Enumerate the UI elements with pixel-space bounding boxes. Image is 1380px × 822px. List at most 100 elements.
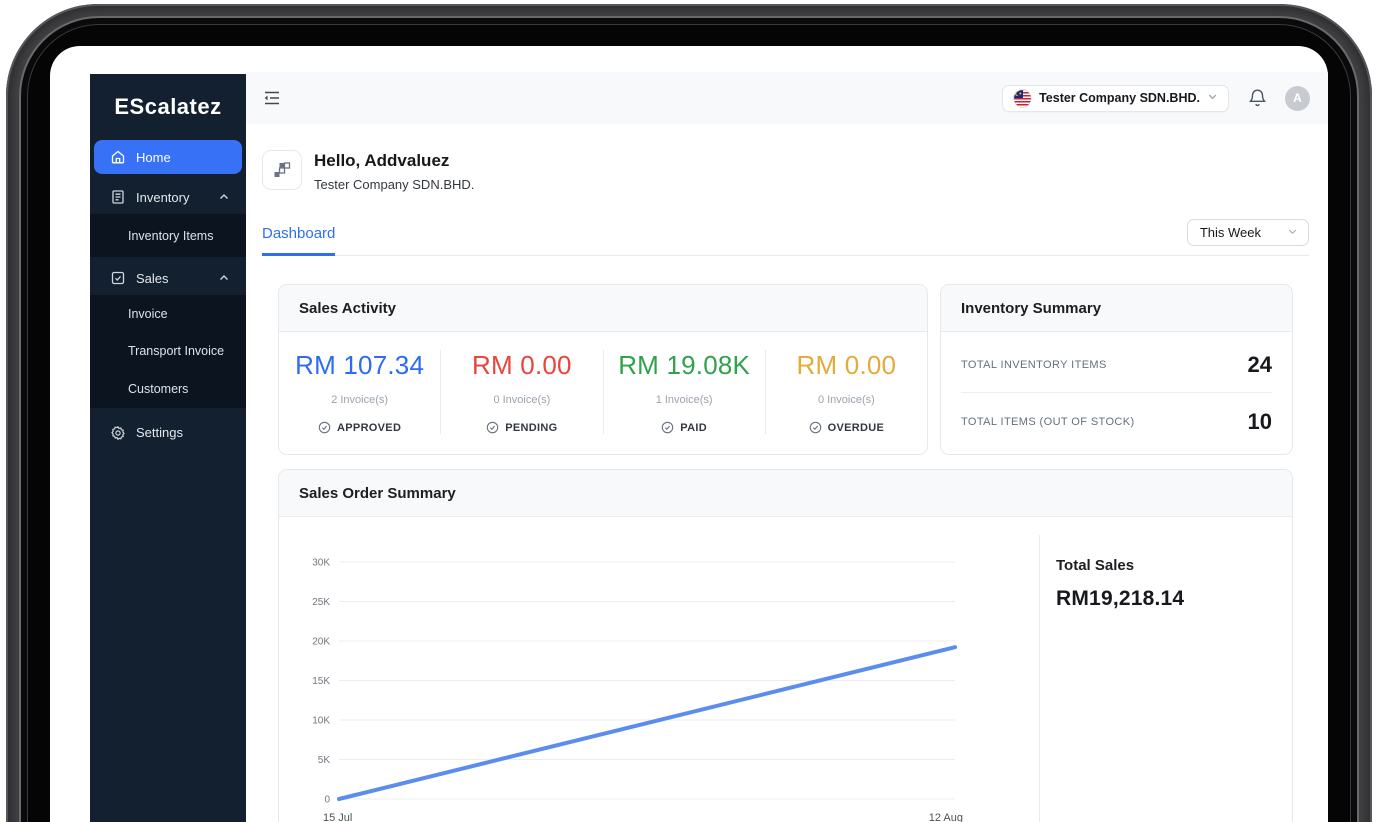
company-selector-label: Tester Company SDN.BHD. [1039,91,1200,105]
period-select[interactable]: This Week [1186,219,1309,246]
inventory-row-total-items: TOTAL INVENTORY ITEMS 24 [961,336,1272,392]
main-content: Hello, Addvaluez Tester Company SDN.BHD.… [246,124,1328,822]
company-name: Tester Company SDN.BHD. [314,177,475,192]
inventory-summary-title: Inventory Summary [941,285,1292,332]
stat-status-label: PAID [680,421,707,434]
menu-fold-icon[interactable] [262,88,282,108]
topbar: Tester Company SDN.BHD. A [246,72,1328,124]
sidebar-subitem-label: Inventory Items [128,228,214,243]
sidebar-subitem-label: Customers [128,381,189,396]
tab-bar: Dashboard This Week [262,219,1309,256]
sales-order-summary-body: 0 5K 10K 15K 20K 25K 30K 15 Jul 12 Aug Total Sal… [279,517,1292,822]
chevron-up-icon [216,270,232,286]
svg-text:0: 0 [324,795,330,806]
sidebar-item-transport-invoice[interactable]: Transport Invoice [90,333,246,371]
inventory-icon [110,189,126,205]
sidebar-item-label: Inventory [136,189,190,205]
stat-invoice-count: 2 Invoice(s) [331,394,389,406]
sidebar-item-inventory[interactable]: Inventory [90,180,246,214]
company-grid-icon [262,150,302,190]
tab-dashboard[interactable]: Dashboard [262,225,336,256]
stat-approved: RM 107.34 2 Invoice(s) APPROVED [279,350,440,434]
check-circle-icon [809,421,822,434]
settings-icon [110,425,126,441]
stat-overdue: RM 0.00 0 Invoice(s) OVERDUE [764,350,927,434]
stat-invoice-count: 1 Invoice(s) [655,394,713,406]
sidebar-item-label: Sales [136,270,169,286]
svg-text:12 Aug: 12 Aug [929,812,963,822]
svg-text:15 Jul: 15 Jul [323,812,352,822]
check-circle-icon [318,421,331,434]
sidebar-subitem-label: Transport Invoice [128,344,225,359]
screenshot-stage: EScalatez Home Inventory Inventory Items… [0,0,1380,822]
total-sales-label: Total Sales [1056,557,1135,574]
sales-chart-area: 0 5K 10K 15K 20K 25K 30K 15 Jul 12 Aug [279,517,1039,822]
svg-text:15K: 15K [312,676,330,687]
stat-invoice-count: 0 Invoice(s) [817,394,875,406]
company-selector[interactable]: Tester Company SDN.BHD. [1002,84,1229,112]
stat-status-label: APPROVED [337,421,402,434]
sidebar: EScalatez Home Inventory Inventory Items… [90,74,246,822]
greeting-header: Hello, Addvaluez Tester Company SDN.BHD. [262,150,1309,192]
inventory-row-label: TOTAL INVENTORY ITEMS [961,359,1107,371]
sidebar-item-label: Home [136,149,171,165]
home-icon [110,149,126,165]
sidebar-item-home[interactable]: Home [94,140,242,174]
sidebar-item-sales[interactable]: Sales [90,261,246,295]
inventory-summary-card: Inventory Summary TOTAL INVENTORY ITEMS … [940,284,1293,455]
inventory-row-label: TOTAL ITEMS (OUT OF STOCK) [961,416,1135,428]
notification-bell-icon[interactable] [1248,88,1267,109]
sidebar-item-customers[interactable]: Customers [90,370,246,408]
inventory-row-value: 24 [1247,352,1272,377]
inventory-submenu: Inventory Items [90,214,246,257]
sales-activity-title: Sales Activity [279,285,927,332]
topbar-actions: Tester Company SDN.BHD. A [1002,84,1310,112]
svg-text:30K: 30K [312,558,330,569]
total-sales-value: RM19,218.14 [1056,587,1185,610]
sidebar-item-inventory-items[interactable]: Inventory Items [90,214,246,257]
tablet-bezel: EScalatez Home Inventory Inventory Items… [19,16,1359,822]
sidebar-subitem-label: Invoice [128,306,168,321]
svg-text:25K: 25K [312,597,330,608]
cards-area: Sales Activity RM 107.34 2 Invoice(s) AP… [262,284,1309,822]
chevron-down-icon [1287,225,1298,240]
svg-text:10K: 10K [312,716,330,727]
stat-status-label: PENDING [505,421,558,434]
stat-amount: RM 19.08K [618,350,751,380]
svg-text:20K: 20K [312,637,330,648]
inventory-row-value: 10 [1247,409,1272,434]
user-avatar[interactable]: A [1285,85,1310,111]
sales-chart: 0 5K 10K 15K 20K 25K 30K 15 Jul 12 Aug [312,558,963,822]
inventory-summary-body: TOTAL INVENTORY ITEMS 24 TOTAL ITEMS (OU… [941,332,1292,449]
app-logo: EScalatez [114,94,222,119]
svg-text:5K: 5K [318,755,331,766]
stat-paid: RM 19.08K 1 Invoice(s) PAID [602,350,765,434]
stat-invoice-count: 0 Invoice(s) [493,394,551,406]
page-title: Hello, Addvaluez [314,151,450,170]
tablet-device-frame: EScalatez Home Inventory Inventory Items… [6,4,1372,822]
malaysia-flag-icon [1013,89,1032,108]
stat-status-label: OVERDUE [827,421,885,434]
total-sales-panel: Total Sales RM19,218.14 [1039,535,1292,822]
sidebar-item-invoice[interactable]: Invoice [90,295,246,333]
stat-amount: RM 107.34 [295,350,425,380]
sales-order-summary-card: Sales Order Summary 0 5K 10K 15K 20K 25K 30K 15… [278,469,1293,822]
sales-order-summary-title: Sales Order Summary [279,470,1292,517]
avatar-initial: A [1293,91,1302,105]
check-circle-icon [486,421,499,434]
stat-pending: RM 0.00 0 Invoice(s) PENDING [440,350,602,434]
sidebar-item-label: Settings [136,425,183,440]
period-select-value: This Week [1199,225,1261,240]
check-circle-icon [661,421,674,434]
stat-amount: RM 0.00 [472,350,572,380]
tablet-screen: EScalatez Home Inventory Inventory Items… [50,46,1328,822]
sidebar-item-settings[interactable]: Settings [90,416,246,450]
chevron-up-icon [216,189,232,205]
sales-submenu: Invoice Transport Invoice Customers [90,295,246,408]
sales-icon [110,270,126,286]
sales-activity-body: RM 107.34 2 Invoice(s) APPROVED RM 0.00 … [279,332,927,454]
sales-activity-card: Sales Activity RM 107.34 2 Invoice(s) AP… [278,284,928,455]
stat-amount: RM 0.00 [796,350,897,380]
inventory-row-out-of-stock: TOTAL ITEMS (OUT OF STOCK) 10 [961,392,1272,449]
chevron-down-icon [1207,91,1218,105]
